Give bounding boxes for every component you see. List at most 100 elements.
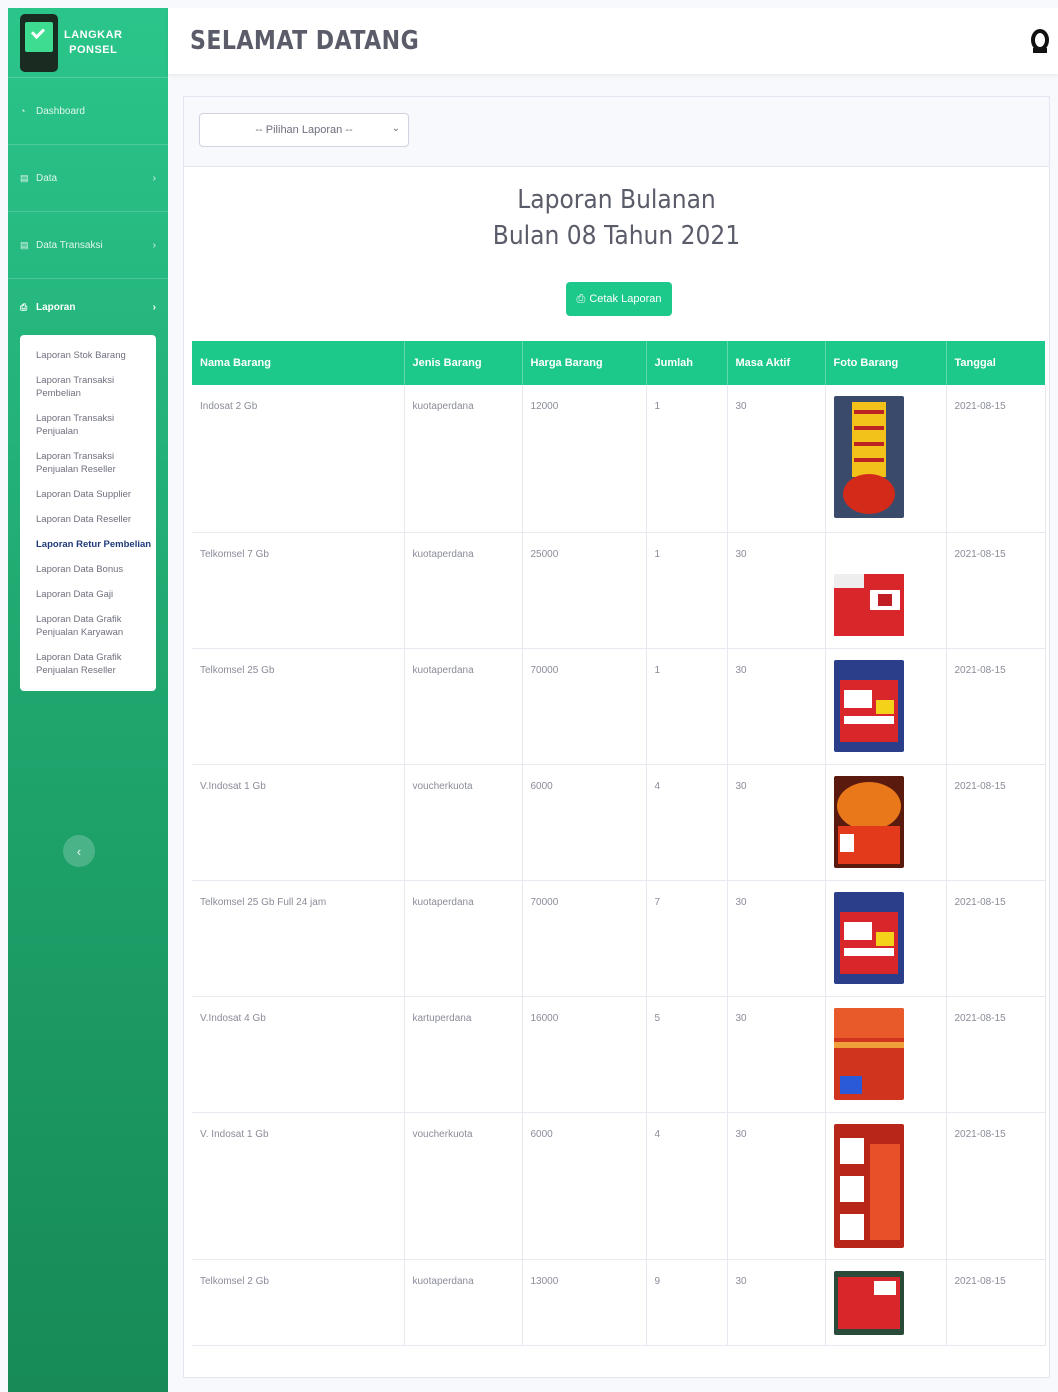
cell-masa-aktif: 30 [727,648,826,765]
cell-jenis: kartuperdana [404,996,523,1113]
cell-masa-aktif: 30 [727,764,826,881]
cell-jumlah: 7 [646,880,728,997]
sidebar-item-laporan[interactable]: ⎙ Laporan › [8,279,168,335]
table-row: Telkomsel 25 Gb kuotaperdana 70000 1 30 … [192,648,1046,765]
user-icon[interactable] [1030,28,1050,54]
table-row: V.Indosat 4 Gb kartuperdana 16000 5 30 2… [192,996,1046,1113]
submenu-item[interactable]: Laporan Data Gaji [20,582,156,607]
cell-harga: 13000 [522,1259,647,1346]
table-row: V.Indosat 1 Gb voucherkuota 6000 4 30 20… [192,764,1046,881]
cell-tanggal: 2021-08-15 [946,648,1046,765]
cell-jumlah: 4 [646,764,728,881]
submenu-item[interactable]: Laporan Transaksi Penjualan Reseller [20,444,156,482]
submenu-item[interactable]: Laporan Transaksi Penjualan [20,406,156,444]
cell-jenis: kuotaperdana [404,532,523,649]
cell-tanggal: 2021-08-15 [946,532,1046,649]
column-header[interactable]: Nama Barang [192,341,405,385]
cell-foto [825,996,947,1113]
cell-jumlah: 9 [646,1259,728,1346]
product-photo [833,891,904,984]
report-period: Bulan 08 Tahun 2021 [492,221,741,251]
print-icon: ⎙ [20,301,28,312]
filter-bar: -- Pilihan Laporan -- ⌄ [184,97,1049,167]
report-title: Laporan Bulanan [517,185,716,215]
column-header[interactable]: Harga Barang [522,341,647,385]
submenu-item[interactable]: Laporan Data Bonus [20,557,156,582]
cell-harga: 6000 [522,764,647,881]
sidebar-item-data[interactable]: ▤ Data › [8,145,168,212]
sidebar-toggle-button[interactable]: ‹ [63,835,95,867]
cell-masa-aktif: 30 [727,880,826,997]
submenu-item[interactable]: Laporan Transaksi Pembelian [20,368,156,406]
cell-foto [825,1259,947,1346]
print-report-button[interactable]: ⎙ Cetak Laporan [566,282,672,316]
column-header[interactable]: Tanggal [946,341,1046,385]
cell-harga: 12000 [522,385,647,533]
product-photo [833,1123,904,1248]
report-type-select[interactable]: -- Pilihan Laporan -- ⌄ [199,113,409,147]
cell-masa-aktif: 30 [727,532,826,649]
column-header[interactable]: Foto Barang [825,341,947,385]
cell-masa-aktif: 30 [727,1259,826,1346]
brand[interactable]: LANGKAR PONSEL [8,8,168,78]
product-photo [833,573,904,636]
phone-logo-icon [20,13,58,72]
cell-nama: Telkomsel 2 Gb [192,1259,405,1346]
cell-nama: Telkomsel 25 Gb Full 24 jam [192,880,405,997]
cell-jumlah: 4 [646,1112,728,1260]
submenu-item-active[interactable]: Laporan Retur Pembelian [20,532,156,557]
chevron-right-icon: › [152,172,156,184]
cell-jumlah: 1 [646,385,728,533]
submenu-item[interactable]: Laporan Data Grafik Penjualan Karyawan [20,607,156,645]
table-row: Telkomsel 25 Gb Full 24 jam kuotaperdana… [192,880,1046,997]
table-row: Indosat 2 Gb kuotaperdana 12000 1 30 202… [192,385,1046,533]
cell-foto [825,880,947,997]
cell-masa-aktif: 30 [727,385,826,533]
cell-jenis: kuotaperdana [404,648,523,765]
cell-foto [825,1112,947,1260]
sidebar: LANGKAR PONSEL ◔ Dashboard ▤ Data › ▤ Da… [8,8,168,1392]
submenu-item[interactable]: Laporan Data Grafik Penjualan Reseller [20,645,156,683]
column-header[interactable]: Masa Aktif [727,341,826,385]
cell-masa-aktif: 30 [727,1112,826,1260]
cell-nama: Telkomsel 25 Gb [192,648,405,765]
product-photo [833,1270,904,1335]
chevron-right-icon: › [152,239,156,251]
sidebar-item-data-transaksi[interactable]: ▤ Data Transaksi › [8,212,168,279]
table-row: Telkomsel 7 Gb kuotaperdana 25000 1 30 2… [192,532,1046,649]
cell-nama: V. Indosat 1 Gb [192,1112,405,1260]
submenu-item[interactable]: Laporan Stok Barang [20,343,156,368]
submenu-item[interactable]: Laporan Data Supplier [20,482,156,507]
cell-harga: 16000 [522,996,647,1113]
cell-jenis: kuotaperdana [404,1259,523,1346]
cell-harga: 6000 [522,1112,647,1260]
cell-harga: 70000 [522,648,647,765]
folder-icon: ▤ [20,239,29,250]
cell-tanggal: 2021-08-15 [946,385,1046,533]
cell-nama: V.Indosat 4 Gb [192,996,405,1113]
table-row: V. Indosat 1 Gb voucherkuota 6000 4 30 2… [192,1112,1046,1260]
table-row: Telkomsel 2 Gb kuotaperdana 13000 9 30 2… [192,1259,1046,1346]
sidebar-item-dashboard[interactable]: ◔ Dashboard [8,78,168,145]
cell-jumlah: 1 [646,648,728,765]
column-header[interactable]: Jenis Barang [404,341,523,385]
tachometer-icon: ◔ [20,106,26,116]
cell-jumlah: 5 [646,996,728,1113]
brand-name: LANGKAR PONSEL [64,28,123,56]
cell-foto [825,648,947,765]
report-table: Nama Barang Jenis Barang Harga Barang Ju… [192,341,1046,1346]
product-photo [833,1007,904,1100]
product-photo [833,659,904,752]
cell-foto [825,532,947,649]
chevron-right-icon: › [152,301,156,313]
cell-tanggal: 2021-08-15 [946,1112,1046,1260]
column-header[interactable]: Jumlah [646,341,728,385]
page-title: SELAMAT DATANG [190,26,420,56]
report-card: -- Pilihan Laporan -- ⌄ Laporan Bulanan … [183,96,1050,1378]
print-icon: ⎙ [576,292,586,305]
cell-jenis: kuotaperdana [404,880,523,997]
cell-masa-aktif: 30 [727,996,826,1113]
submenu-item[interactable]: Laporan Data Reseller [20,507,156,532]
cell-tanggal: 2021-08-15 [946,1259,1046,1346]
cell-nama: Indosat 2 Gb [192,385,405,533]
